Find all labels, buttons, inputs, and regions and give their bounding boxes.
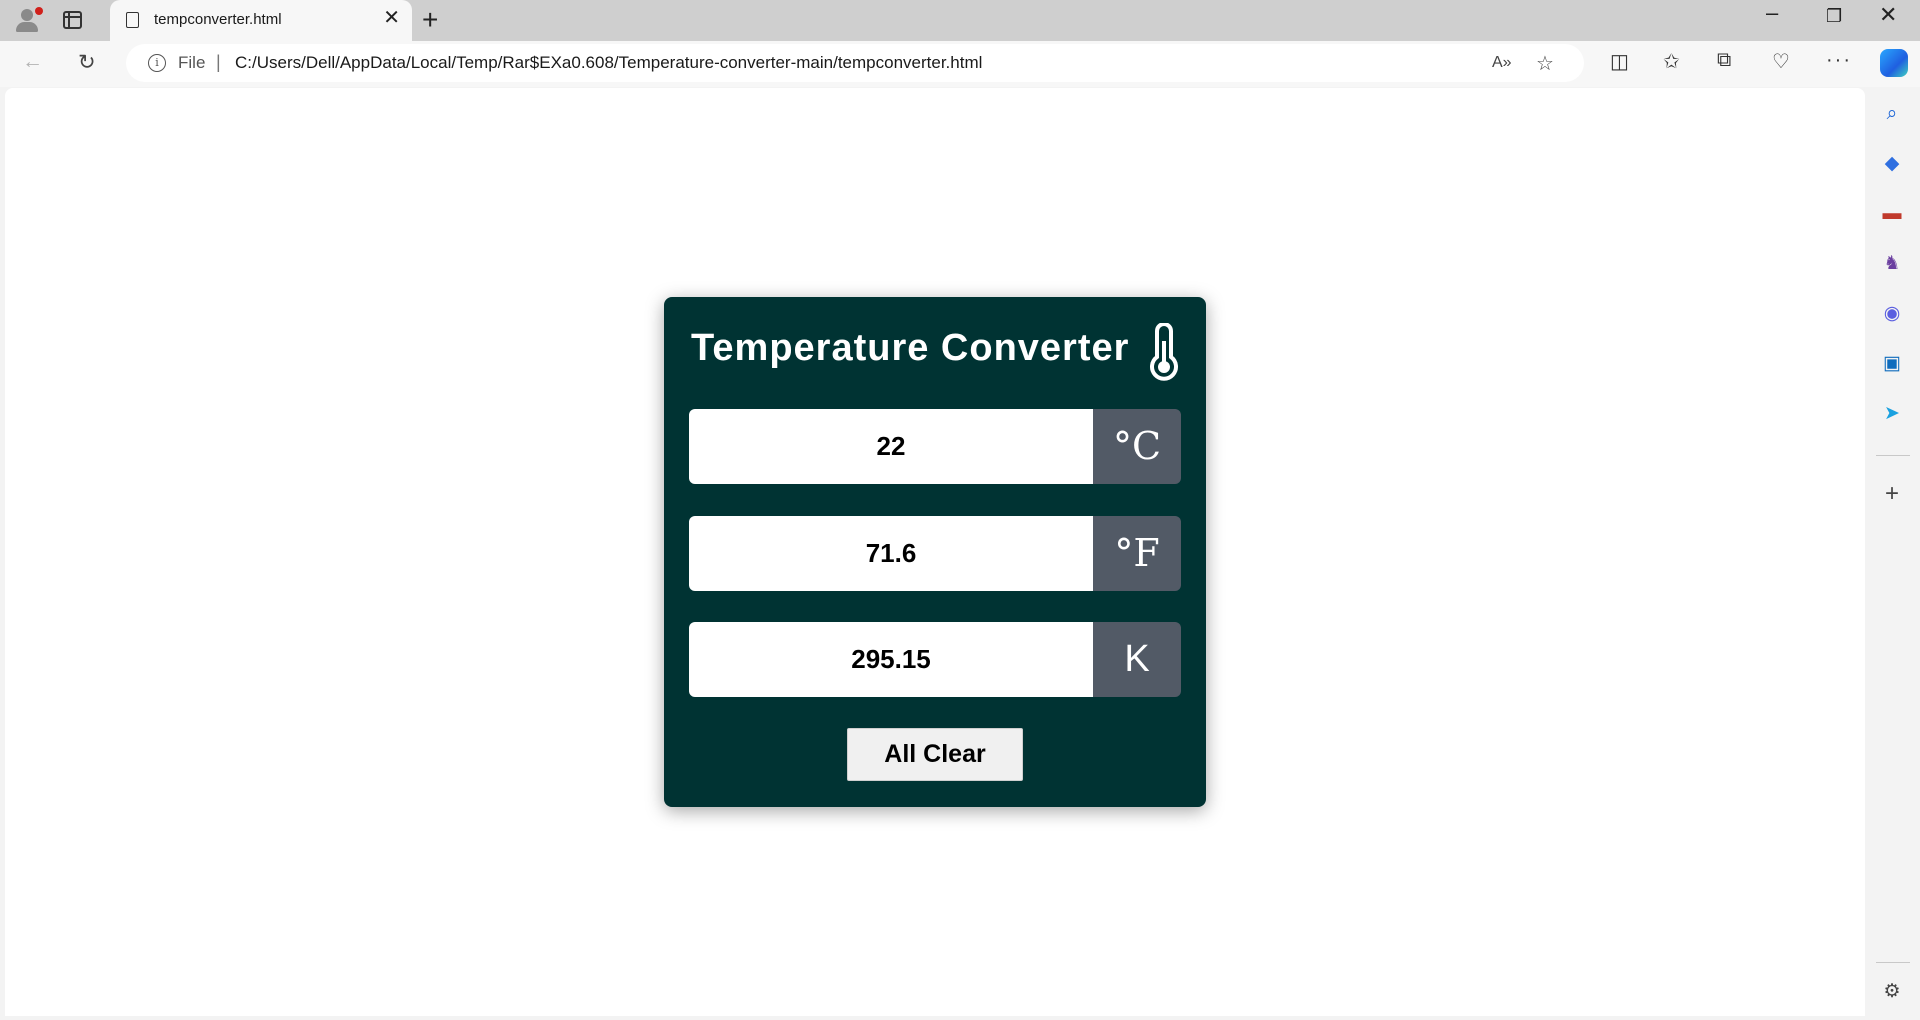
sidebar-divider [1876, 962, 1910, 963]
converter-card: Temperature Converter °C °F K All Clear [664, 297, 1206, 807]
browser-toolbar: ← ↻ i File | C:/Users/Dell/AppData/Local… [0, 41, 1920, 87]
copilot-icon[interactable] [1880, 49, 1908, 77]
more-options-icon[interactable]: ··· [1826, 49, 1852, 72]
title-bar: tempconverter.html ✕ + – ❐ ✕ [0, 0, 1920, 41]
fahrenheit-unit-label: °F [1093, 516, 1181, 591]
shopping-icon[interactable]: ◆ [1880, 152, 1904, 176]
address-bar[interactable]: i File | C:/Users/Dell/AppData/Local/Tem… [126, 44, 1584, 82]
fahrenheit-input[interactable] [689, 516, 1093, 591]
kelvin-row: K [689, 622, 1181, 697]
send-icon[interactable]: ➤ [1880, 402, 1904, 426]
collections-icon[interactable]: ⧉ [1717, 49, 1731, 72]
new-tab-button[interactable]: + [422, 4, 438, 36]
add-icon[interactable]: + [1880, 482, 1904, 506]
tab-actions-icon[interactable] [63, 11, 82, 29]
thermometer-icon [1150, 323, 1178, 381]
page-title: Temperature Converter [691, 327, 1130, 369]
browser-essentials-icon[interactable]: ♡ [1772, 49, 1790, 74]
reload-icon[interactable]: ↻ [78, 50, 96, 75]
read-aloud-icon[interactable]: A» [1492, 54, 1512, 72]
restore-icon[interactable]: ❐ [1826, 6, 1842, 27]
tab-close-icon[interactable]: ✕ [383, 8, 400, 28]
games-icon[interactable]: ♞ [1880, 252, 1904, 276]
kelvin-unit-label: K [1093, 622, 1181, 697]
window-close-icon[interactable]: ✕ [1879, 2, 1897, 28]
scheme-label: File [178, 53, 206, 72]
sidebar-divider [1876, 455, 1910, 456]
profile-body-shape [16, 22, 38, 32]
profile-avatar[interactable] [13, 7, 43, 33]
celsius-row: °C [689, 409, 1181, 484]
notification-dot [35, 7, 43, 15]
search-icon[interactable]: ⌕ [1880, 102, 1904, 126]
minimize-icon[interactable]: – [1766, 0, 1778, 26]
tab-title: tempconverter.html [154, 11, 282, 28]
all-clear-button[interactable]: All Clear [847, 728, 1023, 781]
site-info-icon[interactable]: i [148, 54, 166, 72]
back-arrow-icon[interactable]: ← [22, 50, 43, 74]
microsoft365-icon[interactable]: ◉ [1880, 302, 1904, 326]
celsius-unit-label: °C [1093, 409, 1181, 484]
celsius-input[interactable] [689, 409, 1093, 484]
settings-icon[interactable]: ⚙ [1880, 980, 1904, 1004]
active-tab[interactable]: tempconverter.html ✕ [110, 0, 412, 41]
outlook-icon[interactable]: ▣ [1880, 352, 1904, 376]
split-screen-icon[interactable]: ◫ [1610, 49, 1629, 74]
add-favorite-star-icon[interactable]: ☆ [1536, 51, 1554, 76]
profile-head-shape [21, 9, 33, 21]
kelvin-input[interactable] [689, 622, 1093, 697]
favorites-icon[interactable]: ✩ [1663, 49, 1680, 74]
address-separator: | [216, 52, 221, 72]
tools-icon[interactable]: ▬ [1880, 202, 1904, 226]
url-text[interactable]: C:/Users/Dell/AppData/Local/Temp/Rar$EXa… [235, 53, 982, 73]
edge-sidebar: ⌕ ◆ ▬ ♞ ◉ ▣ ➤ + ⚙ [1866, 88, 1920, 1020]
fahrenheit-row: °F [689, 516, 1181, 591]
file-icon [126, 12, 139, 28]
